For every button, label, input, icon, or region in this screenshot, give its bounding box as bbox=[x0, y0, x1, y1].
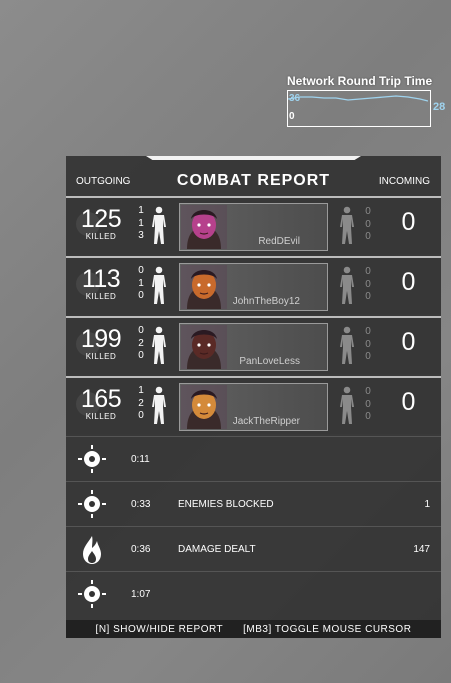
incoming-hit-value: 0 bbox=[365, 206, 371, 217]
outgoing-hit-value: 1 bbox=[138, 217, 144, 229]
network-max: 36 bbox=[289, 93, 301, 104]
player-name: PanLoveLess bbox=[239, 356, 300, 367]
timeline-event: 0:36 DAMAGE DEALT 147 bbox=[66, 526, 441, 571]
incoming-kill-count: 0 bbox=[401, 268, 416, 296]
kill-ghost-icon bbox=[76, 332, 100, 356]
target-icon bbox=[78, 580, 106, 608]
outgoing-hit-counts: 113 bbox=[136, 205, 146, 243]
target-icon bbox=[78, 490, 106, 518]
player-row: 165 KILLED 1 2 0 JackTheRipper 0 0 0 0 bbox=[66, 376, 441, 434]
network-graph-line bbox=[288, 95, 428, 102]
outgoing-hit-value: 0 bbox=[138, 265, 144, 276]
incoming-hit-value: 0 bbox=[365, 398, 371, 410]
player-name: JackTheRipper bbox=[232, 416, 300, 427]
panel-header: OUTGOING COMBAT REPORT INCOMING bbox=[66, 160, 441, 196]
kill-count: 113 KILLED bbox=[76, 266, 126, 301]
incoming-body-icon bbox=[338, 386, 356, 431]
enemy-portrait: JackTheRipper bbox=[179, 383, 328, 431]
incoming-hit-value: 0 bbox=[365, 351, 371, 362]
incoming-hit-value: 0 bbox=[365, 278, 371, 290]
outgoing-hit-value: 2 bbox=[138, 397, 144, 409]
event-label: DAMAGE DEALT bbox=[178, 544, 256, 555]
kill-count: 125 KILLED bbox=[76, 206, 126, 241]
incoming-label: INCOMING bbox=[378, 176, 430, 187]
incoming-body-icon bbox=[338, 266, 356, 311]
toggle-report-hint: [N] SHOW/HIDE REPORT bbox=[95, 623, 224, 635]
outgoing-hit-counts: 120 bbox=[136, 385, 146, 423]
outgoing-hit-value: 0 bbox=[138, 325, 144, 336]
toggle-cursor-hint: [MB3] TOGGLE MOUSE CURSOR bbox=[243, 623, 412, 635]
hero-avatar bbox=[181, 325, 227, 369]
kill-ghost-icon bbox=[76, 392, 100, 416]
outgoing-hit-counts: 010 bbox=[136, 265, 146, 303]
outgoing-hit-value: 3 bbox=[138, 230, 144, 241]
outgoing-hit-value: 0 bbox=[138, 350, 144, 361]
event-time: 1:07 bbox=[131, 589, 151, 600]
kill-count: 199 KILLED bbox=[76, 326, 126, 361]
hero-avatar bbox=[181, 385, 227, 429]
event-time: 0:33 bbox=[131, 499, 151, 510]
network-title: Network Round Trip Time bbox=[287, 74, 433, 88]
player-row: 125 KILLED 1 1 3 RedDEvil 0 0 0 0 bbox=[66, 196, 441, 254]
incoming-hit-value: 0 bbox=[365, 231, 371, 242]
kill-ghost-icon bbox=[76, 212, 100, 236]
outgoing-hit-value: 1 bbox=[138, 385, 144, 396]
hotkey-footer: [N] SHOW/HIDE REPORT [MB3] TOGGLE MOUSE … bbox=[66, 620, 441, 638]
target-icon bbox=[78, 445, 106, 473]
event-value: 1 bbox=[424, 499, 430, 510]
combat-report-panel: OUTGOING COMBAT REPORT INCOMING 125 KILLE… bbox=[66, 156, 441, 620]
outgoing-hit-value: 2 bbox=[138, 337, 144, 349]
network-rtt-widget: Network Round Trip Time 36 0 28 bbox=[287, 74, 447, 130]
incoming-hit-value: 0 bbox=[365, 266, 371, 277]
incoming-kill-count: 0 bbox=[401, 328, 416, 356]
incoming-kill-count: 0 bbox=[401, 208, 416, 236]
incoming-hit-value: 0 bbox=[365, 291, 371, 302]
hero-avatar bbox=[181, 265, 227, 309]
event-time: 0:36 bbox=[131, 544, 151, 555]
player-row: 199 KILLED 0 2 0 PanLoveLess 0 0 0 0 bbox=[66, 316, 441, 374]
outgoing-body-icon bbox=[150, 266, 168, 311]
incoming-hit-value: 0 bbox=[365, 338, 371, 350]
network-min: 0 bbox=[289, 111, 295, 122]
event-label: ENEMIES BLOCKED bbox=[178, 499, 274, 510]
event-time: 0:11 bbox=[131, 454, 150, 465]
outgoing-hit-value: 0 bbox=[138, 410, 144, 421]
timeline-event: 1:07 bbox=[66, 571, 441, 616]
incoming-body-icon bbox=[338, 326, 356, 371]
network-current: 28 bbox=[433, 101, 446, 113]
timeline-event: 0:11 bbox=[66, 436, 441, 481]
outgoing-body-icon bbox=[150, 326, 168, 371]
incoming-hit-value: 0 bbox=[365, 386, 371, 397]
outgoing-hit-value: 1 bbox=[138, 277, 144, 289]
outgoing-body-icon bbox=[150, 206, 168, 251]
enemy-portrait: RedDEvil bbox=[179, 203, 328, 251]
incoming-hit-counts: 000 bbox=[363, 266, 373, 304]
enemy-portrait: PanLoveLess bbox=[179, 323, 328, 371]
kill-ghost-icon bbox=[76, 272, 100, 296]
enemy-portrait: JohnTheBoy12 bbox=[179, 263, 328, 311]
outgoing-hit-value: 0 bbox=[138, 290, 144, 301]
timeline-event: 0:33 ENEMIES BLOCKED 1 bbox=[66, 481, 441, 526]
incoming-body-icon bbox=[338, 206, 356, 251]
outgoing-body-icon bbox=[150, 386, 168, 431]
player-name: JohnTheBoy12 bbox=[232, 296, 300, 307]
incoming-hit-value: 0 bbox=[365, 411, 371, 422]
outgoing-hit-counts: 020 bbox=[136, 325, 146, 363]
incoming-kill-count: 0 bbox=[401, 388, 416, 416]
player-name: RedDEvil bbox=[258, 236, 300, 247]
outgoing-hit-value: 1 bbox=[138, 205, 144, 216]
player-row: 113 KILLED 0 1 0 JohnTheBoy12 0 0 0 0 bbox=[66, 256, 441, 314]
flame-icon bbox=[78, 535, 106, 564]
kill-count: 165 KILLED bbox=[76, 386, 126, 421]
incoming-hit-counts: 000 bbox=[363, 386, 373, 424]
incoming-hit-value: 0 bbox=[365, 218, 371, 230]
incoming-hit-counts: 000 bbox=[363, 326, 373, 364]
incoming-hit-value: 0 bbox=[365, 326, 371, 337]
incoming-hit-counts: 000 bbox=[363, 206, 373, 244]
event-value: 147 bbox=[413, 544, 430, 555]
hero-avatar bbox=[181, 205, 227, 249]
